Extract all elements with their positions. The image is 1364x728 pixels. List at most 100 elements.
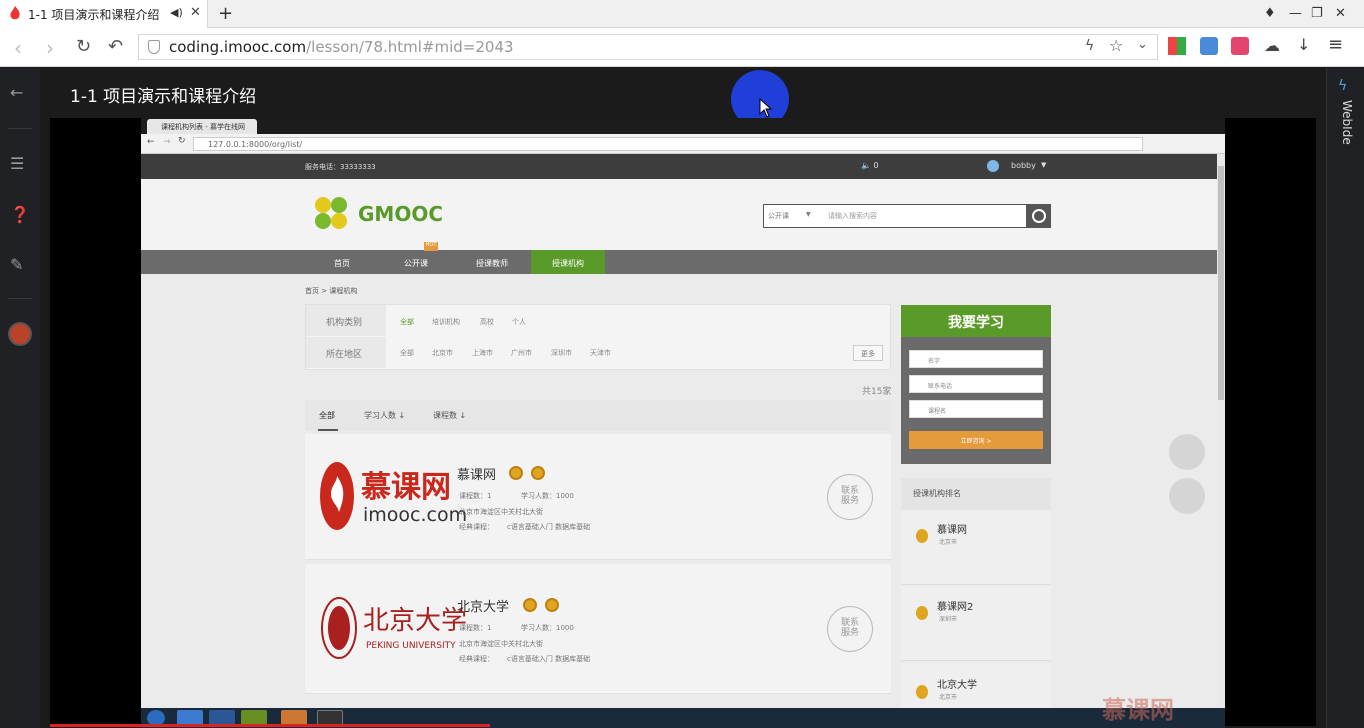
learn-course-input: 课程名	[909, 400, 1043, 418]
org-address: 北京市海淀区中关村北大街	[459, 640, 543, 648]
close-tab-icon[interactable]: ✕	[190, 5, 201, 20]
flame-icon	[10, 6, 20, 20]
service-phone: 服务电话：33333333	[305, 163, 376, 171]
filter-option: 个人	[512, 318, 526, 326]
pencil-icon[interactable]: ✎	[10, 255, 23, 274]
site-logo: GMOOC	[358, 202, 443, 226]
back-arrow-icon[interactable]: ←	[10, 83, 23, 102]
imooc-watermark: 慕课网	[1102, 696, 1174, 724]
learn-name-input: 名字	[909, 350, 1043, 368]
filter-option: 天津市	[590, 349, 611, 357]
org-course-count: 课程数：1	[459, 492, 492, 500]
speaker-icon[interactable]: ◀)	[170, 6, 183, 19]
filter-option: 全部	[400, 318, 414, 326]
video-progress-bar[interactable]	[50, 724, 490, 727]
question-icon[interactable]: ❓	[10, 205, 30, 224]
rank-city: 深圳市	[939, 616, 958, 623]
caret-down-icon: ▼	[806, 211, 811, 218]
search-category: 公开课	[768, 212, 789, 220]
video-inner-browser: 课程机构列表 - 慕学在线网 ← → ↻ 127.0.0.1:8000/org/…	[141, 118, 1225, 708]
screenshot-icon[interactable]	[1200, 37, 1218, 55]
undo-icon[interactable]: ↶	[108, 36, 123, 57]
verified-badge-icon	[509, 466, 523, 480]
forward-icon[interactable]: ›	[46, 36, 54, 60]
verified-badge-icon	[523, 598, 537, 612]
sort-courses: 课程数 ↓	[433, 411, 467, 420]
imooc-logo-text: 慕课网	[361, 470, 451, 505]
inner-back-icon: ←	[147, 137, 155, 147]
reload-icon[interactable]: ↻	[76, 36, 91, 57]
browser-tab[interactable]: 1-1 项目演示和课程介绍 ◀) ✕	[0, 0, 208, 28]
inner-url: 127.0.0.1:8000/org/list/	[193, 137, 1143, 151]
menu-icon[interactable]: ≡	[1328, 34, 1346, 55]
inner-scroll-thumb	[1218, 166, 1224, 400]
medal-icon	[916, 606, 928, 620]
org-course-count: 课程数：1	[459, 624, 492, 632]
rank-city: 北京市	[939, 539, 958, 546]
filter-option: 北京市	[432, 349, 453, 357]
site-nav: 首页 公开课 授课教师 授课机构	[141, 250, 1217, 274]
mouse-cursor-icon	[759, 98, 773, 118]
avatar[interactable]	[8, 322, 32, 346]
medal-icon	[916, 685, 928, 699]
rank-name: 慕课网	[937, 525, 967, 536]
apps-icon[interactable]	[1168, 37, 1186, 55]
filter-panel: 机构类别 所在地区 全部 培训机构 高校 个人 全部 北京市 上海市 广州市 深…	[305, 304, 891, 370]
breadcrumb: 首页 > 课程机构	[305, 287, 358, 295]
qq-float-icon	[1169, 434, 1205, 470]
contact-button: 联系 服务	[827, 474, 873, 520]
message-count: 🔈 0	[861, 161, 879, 170]
learn-submit-button: 立即咨询 >	[909, 431, 1043, 449]
back-to-top-icon	[1169, 478, 1205, 514]
divider	[8, 298, 32, 299]
shirt-icon[interactable]: ♦	[1264, 6, 1276, 21]
site-header	[141, 179, 1217, 250]
site-topbar: 服务电话：33333333 🔈 0 bobby ▼	[141, 154, 1217, 179]
list-icon[interactable]: ☰	[10, 154, 24, 173]
gold-badge-icon	[531, 466, 545, 480]
ticket-icon[interactable]	[1231, 37, 1249, 55]
back-icon[interactable]: ‹	[14, 36, 22, 60]
filter-option: 广州市	[511, 349, 532, 357]
hot-badge: HOT	[424, 242, 438, 251]
pku-logo-english: PEKING UNIVERSITY	[366, 641, 456, 651]
new-tab-button[interactable]: +	[218, 3, 233, 24]
address-toolbar: ‹ › ↻ ↶ coding.imooc.com/lesson/78.html#…	[0, 28, 1364, 67]
inner-browser-tab: 课程机构列表 - 慕学在线网	[147, 119, 257, 134]
imooc-logo-icon	[320, 462, 354, 530]
url-input[interactable]: coding.imooc.com/lesson/78.html#mid=2043…	[138, 34, 1158, 60]
browser-tab-title: 1-1 项目演示和课程介绍	[28, 8, 160, 22]
minimize-icon[interactable]: —	[1289, 6, 1302, 21]
nav-orgs: 授课机构	[531, 250, 605, 274]
url-host: coding.imooc.com	[169, 38, 307, 56]
search-icon	[1026, 205, 1050, 227]
site-search: 公开课 ▼ 请输入搜索内容	[763, 204, 1051, 228]
filter-region-label: 所在地区	[306, 337, 386, 368]
org-classic-courses: c语言基础入门 数据库基础	[507, 655, 591, 663]
download-icon[interactable]: ↓	[1297, 35, 1315, 54]
org-classic-label: 经典课程：	[459, 655, 494, 663]
filter-option: 深圳市	[551, 349, 572, 357]
gold-badge-icon	[545, 598, 559, 612]
webide-icon[interactable]: ϟ	[1338, 78, 1347, 94]
org-total: 共15家	[862, 387, 892, 397]
close-window-icon[interactable]: ✕	[1335, 6, 1346, 21]
imooc-logo-domain: imooc.com	[363, 504, 468, 526]
rank-name: 慕课网2	[937, 602, 974, 613]
caret-down-icon: ▼	[1041, 161, 1047, 169]
pku-logo-text: 北京大学	[363, 606, 468, 636]
sort-all: 全部	[319, 411, 335, 420]
shield-icon	[148, 40, 160, 54]
maximize-icon[interactable]: ❐	[1311, 6, 1323, 21]
nav-courses: 公开课	[404, 259, 428, 268]
inner-tab-bar: 课程机构列表 - 慕学在线网	[141, 118, 1225, 134]
cloud-icon[interactable]: ☁	[1264, 36, 1282, 55]
lightning-icon[interactable]: ϟ	[1085, 38, 1094, 54]
filter-option: 培训机构	[432, 318, 460, 326]
star-icon[interactable]: ☆	[1109, 36, 1123, 55]
filter-more-button: 更多	[853, 345, 883, 361]
learn-panel-title: 我要学习	[901, 305, 1051, 337]
rank-item	[901, 586, 1051, 661]
chevron-down-icon[interactable]: ⌄	[1137, 37, 1148, 52]
webide-label[interactable]: WebIde	[1340, 100, 1354, 145]
